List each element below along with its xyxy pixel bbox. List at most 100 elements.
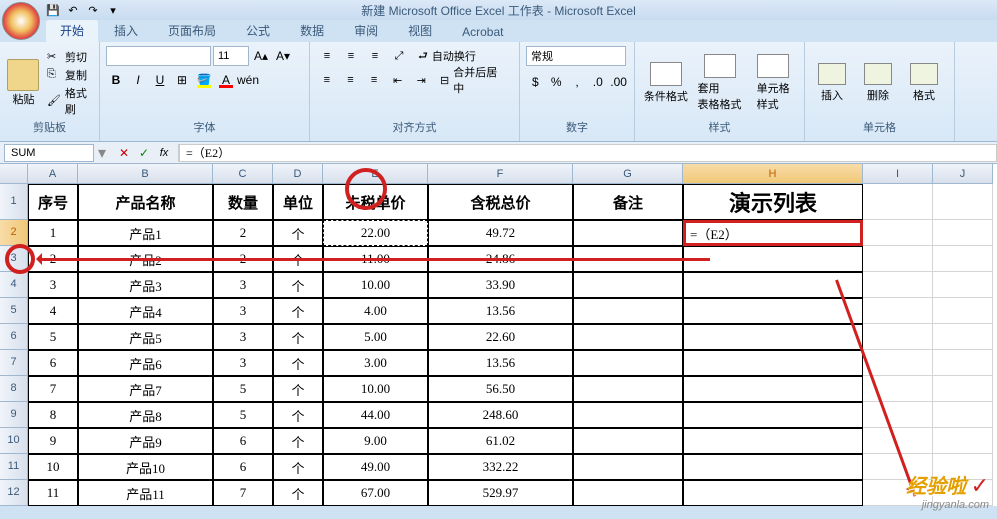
currency-button[interactable]: $: [526, 72, 545, 92]
cell[interactable]: [863, 402, 933, 428]
cell[interactable]: 产品1: [78, 220, 213, 246]
office-button[interactable]: [2, 2, 40, 40]
cell[interactable]: 529.97: [428, 480, 573, 506]
delete-cell-button[interactable]: 删除: [857, 63, 899, 103]
font-size-combo[interactable]: [213, 46, 249, 66]
cell[interactable]: [683, 428, 863, 454]
cell[interactable]: 6: [213, 428, 273, 454]
col-header-J[interactable]: J: [933, 164, 993, 184]
cell[interactable]: 8: [28, 402, 78, 428]
tab-view[interactable]: 视图: [394, 19, 446, 42]
cell[interactable]: [933, 184, 993, 220]
cell[interactable]: 9: [28, 428, 78, 454]
cell[interactable]: 个: [273, 350, 323, 376]
cell[interactable]: 7: [213, 480, 273, 506]
cell[interactable]: 个: [273, 324, 323, 350]
table-format-button[interactable]: 套用 表格格式: [695, 54, 745, 112]
cell[interactable]: [863, 350, 933, 376]
cell[interactable]: 备注: [573, 184, 683, 220]
cell[interactable]: 3: [213, 272, 273, 298]
cell[interactable]: [863, 376, 933, 402]
merge-center-button[interactable]: ⊟合并后居中: [434, 70, 513, 90]
cell[interactable]: 个: [273, 298, 323, 324]
phonetic-button[interactable]: wén: [238, 70, 258, 90]
cell-style-button[interactable]: 单元格 样式: [748, 54, 798, 112]
cell[interactable]: 11: [28, 480, 78, 506]
cell[interactable]: [573, 298, 683, 324]
select-all-corner[interactable]: [0, 164, 28, 184]
cell[interactable]: 数量: [213, 184, 273, 220]
cell[interactable]: 个: [273, 480, 323, 506]
cell[interactable]: [863, 184, 933, 220]
cell[interactable]: 产品6: [78, 350, 213, 376]
cell[interactable]: 4: [28, 298, 78, 324]
fill-color-button[interactable]: 🪣: [194, 70, 214, 90]
cell[interactable]: [573, 428, 683, 454]
cell[interactable]: 3.00: [323, 350, 428, 376]
row-header-11[interactable]: 11: [0, 454, 28, 480]
cell[interactable]: [683, 324, 863, 350]
qat-dropdown-icon[interactable]: ▾: [104, 1, 122, 19]
comma-button[interactable]: ,: [568, 72, 587, 92]
row-header-10[interactable]: 10: [0, 428, 28, 454]
cell[interactable]: 10.00: [323, 272, 428, 298]
cell[interactable]: 49.00: [323, 454, 428, 480]
orientation-button[interactable]: ⤢: [388, 46, 410, 66]
cell[interactable]: 产品7: [78, 376, 213, 402]
col-header-I[interactable]: I: [863, 164, 933, 184]
insert-cell-button[interactable]: 插入: [811, 63, 853, 103]
cell[interactable]: [573, 480, 683, 506]
cell[interactable]: 5: [28, 324, 78, 350]
fx-button[interactable]: fx: [154, 144, 174, 162]
name-box-dropdown-icon[interactable]: ▾: [94, 143, 110, 163]
cell[interactable]: 个: [273, 220, 323, 246]
cell[interactable]: [933, 324, 993, 350]
cell[interactable]: [863, 246, 933, 272]
col-header-B[interactable]: B: [78, 164, 213, 184]
cell[interactable]: [573, 376, 683, 402]
cell[interactable]: 248.60: [428, 402, 573, 428]
cell[interactable]: [933, 298, 993, 324]
number-format-combo[interactable]: [526, 46, 626, 66]
row-header-5[interactable]: 5: [0, 298, 28, 324]
cell[interactable]: 产品10: [78, 454, 213, 480]
cell[interactable]: 未税单价: [323, 184, 428, 220]
col-header-F[interactable]: F: [428, 164, 573, 184]
cell[interactable]: [683, 376, 863, 402]
cell[interactable]: [573, 324, 683, 350]
align-right-button[interactable]: ≡: [363, 70, 385, 90]
undo-icon[interactable]: ↶: [64, 1, 82, 19]
align-center-button[interactable]: ≡: [340, 70, 362, 90]
italic-button[interactable]: I: [128, 70, 148, 90]
cell[interactable]: 49.72: [428, 220, 573, 246]
wrap-text-button[interactable]: ⮐自动换行: [412, 46, 482, 66]
cell[interactable]: [573, 272, 683, 298]
row-header-8[interactable]: 8: [0, 376, 28, 402]
cancel-formula-button[interactable]: ✕: [114, 144, 134, 162]
cell[interactable]: 6: [28, 350, 78, 376]
row-header-1[interactable]: 1: [0, 184, 28, 220]
cell[interactable]: =（E2）: [683, 220, 863, 246]
cell[interactable]: 9.00: [323, 428, 428, 454]
dec-decimal-button[interactable]: .00: [609, 72, 628, 92]
indent-dec-button[interactable]: ⇤: [387, 70, 409, 90]
cell[interactable]: 61.02: [428, 428, 573, 454]
conditional-format-button[interactable]: 条件格式: [641, 62, 691, 104]
cell[interactable]: 2: [213, 246, 273, 272]
cell[interactable]: 22.60: [428, 324, 573, 350]
cut-button[interactable]: ✂剪切: [45, 48, 93, 66]
cell[interactable]: 个: [273, 454, 323, 480]
cell[interactable]: [933, 220, 993, 246]
cell[interactable]: 10: [28, 454, 78, 480]
cell[interactable]: 个: [273, 428, 323, 454]
cell[interactable]: 产品2: [78, 246, 213, 272]
align-middle-button[interactable]: ≡: [340, 46, 362, 66]
tab-formula[interactable]: 公式: [232, 19, 284, 42]
bold-button[interactable]: B: [106, 70, 126, 90]
border-button[interactable]: ⊞: [172, 70, 192, 90]
cell[interactable]: [863, 272, 933, 298]
cell[interactable]: [683, 350, 863, 376]
row-header-4[interactable]: 4: [0, 272, 28, 298]
cell[interactable]: 产品8: [78, 402, 213, 428]
tab-acrobat[interactable]: Acrobat: [448, 22, 517, 42]
